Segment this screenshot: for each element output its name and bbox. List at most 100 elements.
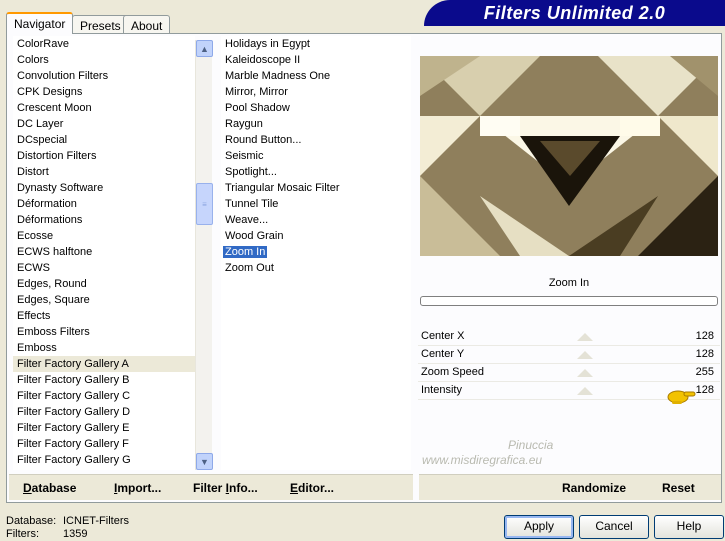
filter-item[interactable]: Triangular Mosaic Filter — [221, 180, 411, 196]
scroll-down-button[interactable]: ▼ — [196, 453, 213, 470]
filter-item-label: Round Button... — [225, 134, 302, 146]
filter-item[interactable]: Zoom In — [221, 244, 411, 260]
tab-presets[interactable]: Presets — [72, 15, 129, 34]
category-item[interactable]: Déformations — [13, 212, 195, 228]
parameter-row: Zoom Speed 255 — [418, 364, 720, 382]
filter-item[interactable]: Kaleidoscope II — [221, 52, 411, 68]
parameter-value: 128 — [695, 348, 714, 360]
filter-item-label: Raygun — [225, 118, 263, 130]
filter-info-button[interactable]: Filter Info... — [193, 481, 258, 495]
filters-count-value: 1359 — [63, 528, 88, 540]
scroll-up-button[interactable]: ▲ — [196, 40, 213, 57]
category-item[interactable]: Filter Factory Gallery D — [13, 404, 195, 420]
filter-item-label: Zoom In — [223, 246, 268, 258]
filter-item[interactable]: Zoom Out — [221, 260, 411, 276]
category-item[interactable]: DCspecial — [13, 132, 195, 148]
navigator-actions: Database Import... Filter Info... Editor... — [9, 474, 413, 500]
cancel-button[interactable]: Cancel — [579, 515, 649, 539]
parameter-slider[interactable] — [495, 382, 675, 400]
parameter-slider[interactable] — [495, 328, 675, 346]
main-panel: ColorRave Colors Convolution Filters CPK De… — [6, 33, 722, 503]
filter-item[interactable]: Mirror, Mirror — [221, 84, 411, 100]
filter-item[interactable]: Holidays in Egypt — [221, 36, 411, 52]
filter-list[interactable]: Holidays in Egypt Kaleidoscope II Marble M… — [221, 36, 411, 470]
category-item[interactable]: ColorRave — [13, 36, 195, 52]
category-item[interactable]: Filter Factory Gallery F — [13, 436, 195, 452]
filter-item-label: Wood Grain — [225, 230, 284, 242]
category-item[interactable]: Emboss — [13, 340, 195, 356]
category-list[interactable]: ColorRave Colors Convolution Filters CPK De… — [13, 36, 195, 470]
grip-icon: ≡ — [202, 199, 207, 209]
category-item[interactable]: Distort — [13, 164, 195, 180]
import-button[interactable]: Import... — [114, 481, 161, 495]
category-item[interactable]: Distortion Filters — [13, 148, 195, 164]
filter-item[interactable]: Marble Madness One — [221, 68, 411, 84]
slider-thumb[interactable] — [577, 369, 593, 377]
category-item[interactable]: Edges, Square — [13, 292, 195, 308]
filters-count-label: Filters: — [6, 528, 39, 540]
filter-item[interactable]: Seismic — [221, 148, 411, 164]
filter-item-label: Zoom Out — [225, 262, 274, 274]
slider-thumb[interactable] — [577, 387, 593, 395]
progress-bar — [420, 296, 718, 306]
category-item[interactable]: CPK Designs — [13, 84, 195, 100]
filter-item[interactable]: Pool Shadow — [221, 100, 411, 116]
app-title: Filters Unlimited 2.0 — [483, 3, 666, 23]
watermark-url: www.misdiregrafica.eu — [422, 453, 543, 467]
filter-item[interactable]: Spotlight... — [221, 164, 411, 180]
chevron-up-icon: ▲ — [200, 43, 209, 54]
category-item[interactable]: Déformation — [13, 196, 195, 212]
tab-navigator[interactable]: Navigator — [6, 12, 74, 34]
parameter-value: 128 — [695, 330, 714, 342]
filter-item-label: Kaleidoscope II — [225, 54, 301, 66]
reset-button[interactable]: Reset — [662, 481, 695, 495]
parameter-slider[interactable] — [495, 346, 675, 364]
apply-button[interactable]: Apply — [504, 515, 574, 539]
parameter-controls: Center X 128 Center Y 128 Zoom Speed 255 Inten… — [418, 328, 720, 404]
filter-item[interactable]: Round Button... — [221, 132, 411, 148]
parameter-value: 255 — [695, 366, 714, 378]
category-item[interactable]: Convolution Filters — [13, 68, 195, 84]
watermark: Pinuccia www.misdiregrafica.eu — [422, 438, 553, 468]
category-item[interactable]: Crescent Moon — [13, 100, 195, 116]
parameter-slider[interactable] — [495, 364, 675, 382]
slider-thumb[interactable] — [577, 333, 593, 341]
help-button[interactable]: Help — [654, 515, 724, 539]
database-value: ICNET-Filters — [63, 515, 129, 527]
parameter-row: Center X 128 — [418, 328, 720, 346]
filter-item-label: Spotlight... — [225, 166, 277, 178]
category-item[interactable]: Filter Factory Gallery E — [13, 420, 195, 436]
current-filter-label: Zoom In — [548, 277, 590, 289]
parameter-label: Intensity — [421, 384, 462, 396]
filter-item[interactable]: Raygun — [221, 116, 411, 132]
randomize-button[interactable]: Randomize — [562, 481, 626, 495]
filter-item[interactable]: Tunnel Tile — [221, 196, 411, 212]
category-item[interactable]: ECWS — [13, 260, 195, 276]
parameter-value: 128 — [695, 384, 714, 396]
category-item[interactable]: Colors — [13, 52, 195, 68]
filter-item[interactable]: Weave... — [221, 212, 411, 228]
editor-button[interactable]: Editor... — [290, 481, 334, 495]
filter-item-label: Weave... — [225, 214, 269, 226]
category-scrollbar[interactable]: ▲ ≡ ▼ — [195, 40, 213, 470]
slider-thumb[interactable] — [577, 351, 593, 359]
category-item[interactable]: Filter Factory Gallery G — [13, 452, 195, 468]
category-item[interactable]: Effects — [13, 308, 195, 324]
category-item[interactable]: ECWS halftone — [13, 244, 195, 260]
category-item[interactable]: DC Layer — [13, 116, 195, 132]
parameter-label: Center Y — [421, 348, 465, 360]
status-area: Database: ICNET-Filters Filters: 1359 — [6, 515, 129, 541]
database-button[interactable]: Database — [23, 481, 76, 495]
category-item[interactable]: Edges, Round — [13, 276, 195, 292]
scroll-thumb[interactable]: ≡ — [196, 183, 213, 225]
category-item[interactable]: Emboss Filters — [13, 324, 195, 340]
filter-item-label: Seismic — [225, 150, 264, 162]
category-item[interactable]: Filter Factory Gallery A — [13, 356, 195, 372]
category-item[interactable]: Ecosse — [13, 228, 195, 244]
category-item[interactable]: Dynasty Software — [13, 180, 195, 196]
tab-about[interactable]: About — [123, 15, 171, 34]
category-item[interactable]: Filter Factory Gallery C — [13, 388, 195, 404]
pointing-hand-icon — [666, 387, 696, 405]
category-item[interactable]: Filter Factory Gallery B — [13, 372, 195, 388]
filter-item[interactable]: Wood Grain — [221, 228, 411, 244]
